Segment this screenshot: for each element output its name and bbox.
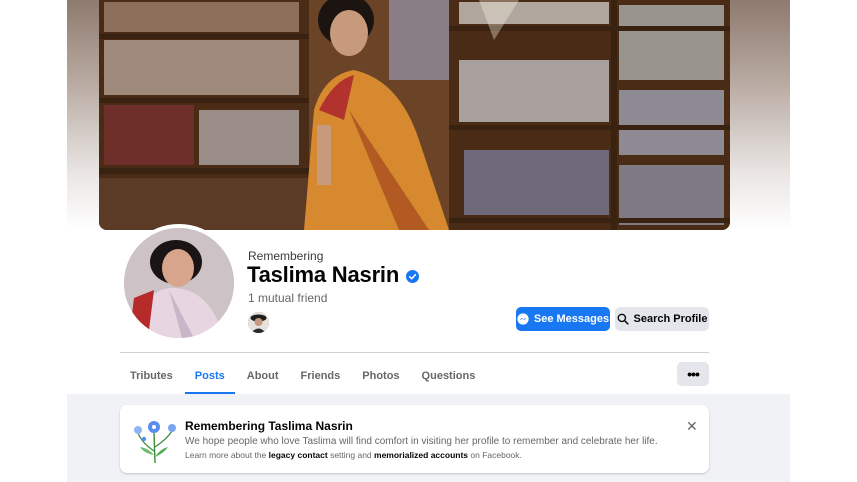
learn-more-mid: setting and [327,450,375,460]
more-options-button[interactable]: ••• [677,362,709,386]
mutual-friends-link[interactable]: 1 mutual friend [248,291,327,305]
profile-page: Remembering Taslima Nasrin 1 mutual frie… [0,0,857,482]
cover-photo[interactable] [99,0,730,230]
see-messages-button[interactable]: See Messages [516,307,610,331]
right-margin [790,0,857,482]
memorial-flower-icon [134,421,176,464]
memorial-card-learn-more: Learn more about the legacy contact sett… [185,450,522,460]
memorial-card-title: Remembering Taslima Nasrin [185,419,353,433]
profile-name-row: Taslima Nasrin [247,262,420,288]
tab-posts[interactable]: Posts [184,358,235,394]
legacy-contact-link[interactable]: legacy contact [269,450,328,460]
messenger-icon [517,313,529,325]
tab-about[interactable]: About [237,358,289,394]
tab-questions[interactable]: Questions [412,358,486,394]
remembering-label: Remembering [248,249,324,263]
tab-tributes[interactable]: Tributes [120,358,183,394]
close-icon[interactable]: ✕ [686,418,698,435]
search-profile-label: Search Profile [633,313,708,325]
profile-name: Taslima Nasrin [247,262,400,287]
memorial-card-message: We hope people who love Taslima will fin… [185,436,658,447]
header-divider [120,352,709,353]
mutual-friend-avatar[interactable] [248,312,269,333]
left-margin [0,0,67,482]
learn-more-suffix: on Facebook. [468,450,522,460]
see-messages-label: See Messages [533,313,610,325]
learn-more-prefix: Learn more about the [185,450,269,460]
search-icon [617,313,629,325]
search-profile-button[interactable]: Search Profile [615,307,709,331]
profile-avatar[interactable] [120,224,238,342]
verified-badge-icon [406,270,420,283]
tab-friends[interactable]: Friends [291,358,351,394]
memorialized-accounts-link[interactable]: memorialized accounts [374,450,468,460]
tab-photos[interactable]: Photos [352,358,409,394]
memorial-card: Remembering Taslima Nasrin We hope peopl… [120,405,709,473]
profile-tabs: Tributes Posts About Friends Photos Ques… [120,358,487,394]
